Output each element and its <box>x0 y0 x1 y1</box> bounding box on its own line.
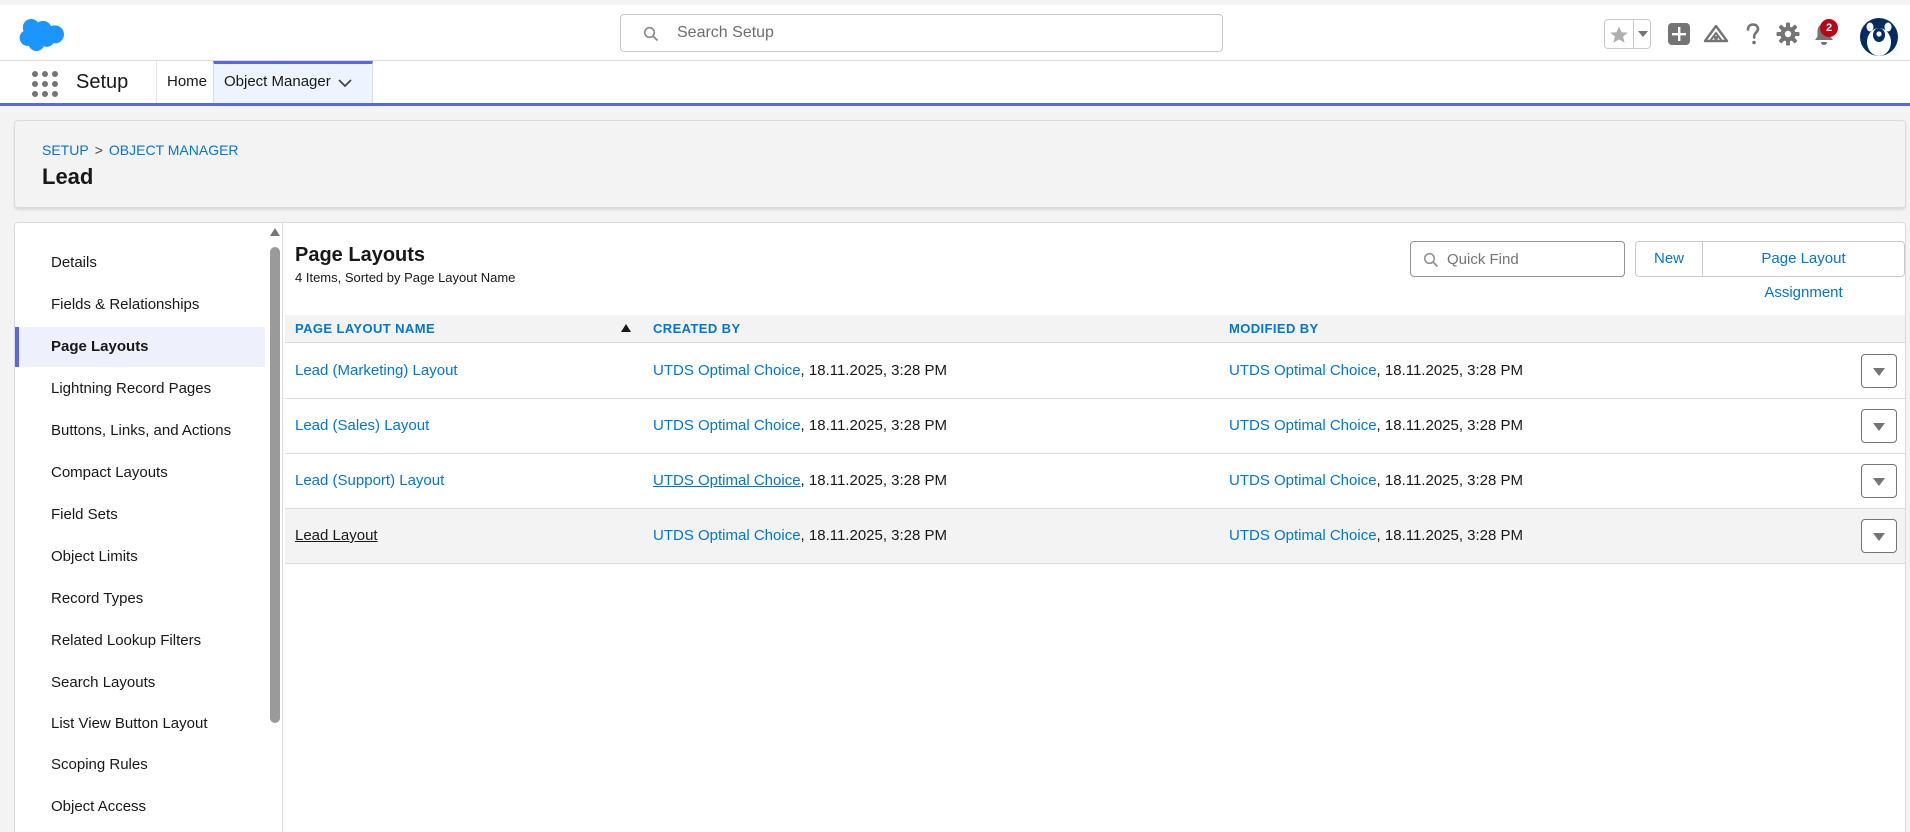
created-by-link[interactable]: UTDS Optimal Choice <box>653 472 801 489</box>
breadcrumb-setup[interactable]: SETUP <box>42 142 89 158</box>
tab-object-manager[interactable]: Object Manager <box>213 61 373 103</box>
sidebar-item-list-view-button-layout[interactable]: List View Button Layout <box>15 704 265 744</box>
app-launcher-icon[interactable] <box>31 70 59 98</box>
list-title: Page Layouts <box>295 244 426 266</box>
main-card: Details Fields & Relationships Page Layo… <box>14 222 1906 832</box>
search-setup-box[interactable] <box>620 14 1223 52</box>
add-icon[interactable] <box>1666 21 1692 47</box>
scrollbar-thumb[interactable] <box>270 247 280 723</box>
modified-date: , 18.11.2025, 3:28 PM <box>1376 362 1524 379</box>
favorites-dropdown[interactable] <box>1633 20 1651 48</box>
help-icon[interactable] <box>1740 21 1766 47</box>
created-date: , 18.11.2025, 3:28 PM <box>800 417 948 434</box>
row-actions-menu-button[interactable] <box>1861 409 1897 443</box>
page-layout-name-link[interactable]: Lead (Marketing) Layout <box>295 362 458 379</box>
quick-find-input[interactable] <box>1447 242 1622 276</box>
trailhead-icon[interactable] <box>1703 21 1729 47</box>
favorites-button-group <box>1604 19 1651 49</box>
table-header: Page Layout Name Created By Modified By <box>285 315 1905 343</box>
modified-by-link[interactable]: UTDS Optimal Choice <box>1229 472 1377 489</box>
chevron-down-icon <box>1638 31 1648 37</box>
global-header: 2 <box>0 0 1910 61</box>
app-nav-bar: Setup Home Object Manager <box>0 61 1910 106</box>
search-input[interactable] <box>677 15 1207 51</box>
column-header-modified-by[interactable]: Modified By <box>1229 315 1319 343</box>
created-date: , 18.11.2025, 3:28 PM <box>800 472 948 489</box>
modified-by-link[interactable]: UTDS Optimal Choice <box>1229 417 1377 434</box>
list-actions: New Page Layout Assignment <box>1635 241 1905 301</box>
breadcrumb: SETUP > OBJECT MANAGER <box>42 142 239 158</box>
modified-date: , 18.11.2025, 3:28 PM <box>1376 417 1524 434</box>
sidebar-item-field-sets[interactable]: Field Sets <box>15 495 265 535</box>
created-by-link[interactable]: UTDS Optimal Choice <box>653 527 801 544</box>
sidebar-item-page-layouts[interactable]: Page Layouts <box>15 327 265 367</box>
table-row: Lead (Support) Layout UTDS Optimal Choic… <box>285 454 1905 509</box>
modified-by-link[interactable]: UTDS Optimal Choice <box>1229 362 1377 379</box>
quick-find-box[interactable] <box>1410 241 1625 277</box>
new-button[interactable]: New <box>1636 242 1704 276</box>
chevron-down-icon <box>1873 423 1885 431</box>
sidebar-scrollbar[interactable] <box>268 223 282 832</box>
search-icon <box>643 26 659 42</box>
astro-avatar-icon <box>1866 22 1892 56</box>
row-actions-menu-button[interactable] <box>1861 464 1897 498</box>
list-subtitle: 4 Items, Sorted by Page Layout Name <box>295 270 516 285</box>
sidebar-item-details[interactable]: Details <box>15 243 265 283</box>
object-page-header: SETUP > OBJECT MANAGER Lead <box>14 120 1906 208</box>
table-row: Lead (Sales) Layout UTDS Optimal Choice,… <box>285 399 1905 454</box>
column-header-page-layout-name[interactable]: Page Layout Name <box>295 315 435 343</box>
notification-badge: 2 <box>1820 19 1838 37</box>
scroll-up-arrow-icon[interactable] <box>270 228 280 236</box>
column-header-created-by[interactable]: Created By <box>653 315 741 343</box>
sidebar-item-related-lookup-filters[interactable]: Related Lookup Filters <box>15 621 265 661</box>
search-icon <box>1423 252 1439 268</box>
page-layout-name-link[interactable]: Lead Layout <box>295 527 378 544</box>
created-date: , 18.11.2025, 3:28 PM <box>800 527 948 544</box>
star-icon[interactable] <box>1609 25 1629 45</box>
chevron-down-icon <box>1873 478 1885 486</box>
breadcrumb-object-manager[interactable]: OBJECT MANAGER <box>109 142 239 158</box>
modified-by-link[interactable]: UTDS Optimal Choice <box>1229 527 1377 544</box>
salesforce-cloud-logo[interactable] <box>18 17 66 51</box>
chevron-down-icon <box>1873 533 1885 541</box>
table-row: Lead Layout UTDS Optimal Choice, 18.11.2… <box>285 509 1905 564</box>
page-title: Lead <box>42 164 94 189</box>
sort-ascending-icon[interactable] <box>621 324 631 332</box>
sidebar-item-lightning-record-pages[interactable]: Lightning Record Pages <box>15 369 265 409</box>
page-layouts-list: Page Layouts 4 Items, Sorted by Page Lay… <box>285 223 1905 832</box>
sidebar-item-compact-layouts[interactable]: Compact Layouts <box>15 453 265 493</box>
chevron-down-icon <box>1873 368 1885 376</box>
gear-icon[interactable] <box>1775 21 1801 47</box>
page-layout-name-link[interactable]: Lead (Support) Layout <box>295 472 444 489</box>
created-by-link[interactable]: UTDS Optimal Choice <box>653 417 801 434</box>
sidebar-item-object-access[interactable]: Object Access <box>15 787 265 827</box>
app-name: Setup <box>76 71 129 93</box>
modified-date: , 18.11.2025, 3:28 PM <box>1376 527 1524 544</box>
row-actions-menu-button[interactable] <box>1861 354 1897 388</box>
page-layout-assignment-button[interactable]: Page Layout Assignment <box>1703 242 1904 301</box>
created-by-link[interactable]: UTDS Optimal Choice <box>653 362 801 379</box>
tab-object-manager-label: Object Manager <box>224 73 331 90</box>
modified-date: , 18.11.2025, 3:28 PM <box>1376 472 1524 489</box>
sidebar-item-object-limits[interactable]: Object Limits <box>15 537 265 577</box>
sidebar-item-record-types[interactable]: Record Types <box>15 579 265 619</box>
sidebar-item-fields-relationships[interactable]: Fields & Relationships <box>15 285 265 325</box>
sidebar-item-buttons-links-actions[interactable]: Buttons, Links, and Actions <box>15 411 265 451</box>
object-sidebar: Details Fields & Relationships Page Layo… <box>15 223 283 832</box>
table-row: Lead (Marketing) Layout UTDS Optimal Cho… <box>285 344 1905 399</box>
page-layout-name-link[interactable]: Lead (Sales) Layout <box>295 417 429 434</box>
avatar[interactable] <box>1860 18 1898 56</box>
sidebar-item-scoping-rules[interactable]: Scoping Rules <box>15 745 265 785</box>
sidebar-item-search-layouts[interactable]: Search Layouts <box>15 663 265 703</box>
breadcrumb-separator: > <box>94 142 103 158</box>
created-date: , 18.11.2025, 3:28 PM <box>800 362 948 379</box>
tab-home[interactable]: Home <box>156 61 217 103</box>
row-actions-menu-button[interactable] <box>1861 519 1897 553</box>
chevron-down-icon[interactable] <box>337 75 353 91</box>
